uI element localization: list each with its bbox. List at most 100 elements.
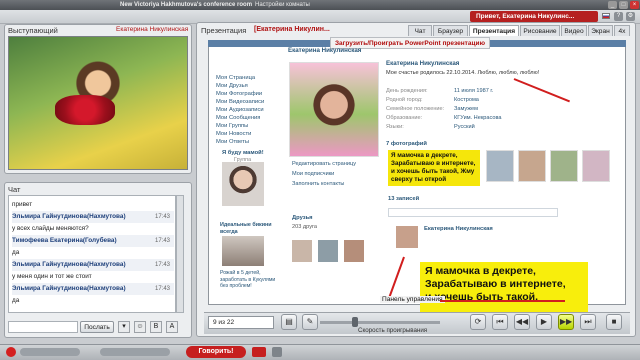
- slide-menu-item: Мои Группы: [216, 123, 249, 129]
- pen-icon[interactable]: ✎: [302, 314, 318, 330]
- slide-ad-image-2: [222, 236, 264, 266]
- slide-menu-item: Мои Аудиозаписи: [216, 107, 264, 113]
- speaker-icon[interactable]: [272, 347, 282, 357]
- last-slide-icon[interactable]: ⏭: [580, 314, 596, 330]
- page-indicator[interactable]: 9 из 22: [208, 316, 274, 329]
- slide-menu-item: Мои Ответы: [216, 139, 249, 145]
- slide-friends-count: 203 друга: [292, 224, 318, 230]
- presenter-name: Екатерина Никулинская: [116, 26, 189, 33]
- chat-scrollbar[interactable]: [176, 195, 184, 313]
- send-button[interactable]: Послать: [80, 321, 114, 333]
- presentation-presenter: [Екатерина Никулин...: [254, 26, 330, 33]
- slide-friends-title: Друзья: [292, 215, 313, 221]
- chat-input[interactable]: [8, 321, 78, 333]
- presentation-label: Презентация: [201, 26, 247, 35]
- tab-screen[interactable]: Экран: [588, 25, 613, 36]
- slide-ad-caption: Идеальные бикини всегда: [220, 222, 272, 235]
- stop-icon[interactable]: ■: [606, 314, 622, 330]
- slide-promo-bubble: Я мамочка в декрете, Зарабатываю в интер…: [388, 150, 480, 186]
- tab-4x[interactable]: 4x: [614, 25, 630, 36]
- bold-icon[interactable]: B: [150, 321, 162, 333]
- slide-profile-name: Екатерина Никулинская: [386, 60, 460, 67]
- status-bar: [0, 344, 640, 360]
- slide-photo: [550, 150, 578, 182]
- chat-author: Тимофеева Екатерина(Голубева) 17:43: [12, 235, 174, 247]
- slide-post-input: [388, 208, 558, 217]
- speed-slider-knob[interactable]: [352, 317, 358, 327]
- promo-line: и хочешь быть такой.: [425, 291, 539, 303]
- slide-profile-header: Екатерина Никулинская: [288, 47, 362, 54]
- friend-avatar: [292, 240, 312, 262]
- talk-button[interactable]: Говорить!: [186, 346, 246, 358]
- language-flag-icon[interactable]: [602, 13, 610, 19]
- slide-promo-text: Я мамочка в декрете, Зарабатываю в интер…: [420, 262, 588, 314]
- slide-photo: [486, 150, 514, 182]
- roses-image: [55, 95, 115, 125]
- tab-presentation[interactable]: Презентация: [469, 25, 519, 36]
- dropdown-icon[interactable]: ▾: [118, 321, 130, 333]
- friend-avatar: [344, 240, 364, 262]
- slide-contacts: Заполнить контакты: [292, 181, 345, 187]
- fast-forward-icon[interactable]: ▶▶: [558, 314, 574, 330]
- camera-icon[interactable]: [252, 347, 266, 357]
- chat-message-list[interactable]: привет Эльмира Гайнутдинова(Нахмутова) 17…: [8, 195, 176, 313]
- chat-message: у всех слайды меняются?: [12, 225, 89, 232]
- rewind-icon[interactable]: ◀◀: [514, 314, 530, 330]
- slide-suggest-title: Я буду мамой!: [222, 150, 264, 156]
- minimize-icon[interactable]: _: [608, 1, 617, 9]
- slide-photos-count: 7 фотографий: [386, 141, 427, 147]
- chat-author: Эльмира Гайнутдинова(Нахмутова) 17:43: [12, 211, 174, 223]
- chat-message: да: [12, 249, 20, 256]
- slide-status: Мое счастье родилось 22.10.2014. Люблю, …: [386, 70, 540, 76]
- window-titlebar: New Victoriya Hakhmutova's conference ro…: [0, 0, 640, 10]
- user-greeting[interactable]: Привет, Екатерина Никулинс...: [470, 11, 598, 22]
- slide-records: 13 записей: [388, 196, 420, 202]
- help-icon[interactable]: ?: [614, 12, 623, 21]
- slide-menu-item: Мои Сообщения: [216, 115, 261, 121]
- room-settings-menu[interactable]: Настройки комнаты: [255, 0, 310, 10]
- record-icon[interactable]: [6, 347, 16, 357]
- notes-icon[interactable]: ▤: [281, 314, 297, 330]
- friend-avatar: [318, 240, 338, 262]
- window-title: New Victoriya Hakhmutova's conference ro…: [120, 2, 253, 8]
- refresh-icon[interactable]: ⟳: [470, 314, 486, 330]
- chat-message: у меня один и тот же стоит: [12, 273, 92, 280]
- annotation-arrow: [440, 300, 565, 302]
- text-color-icon[interactable]: A: [166, 321, 178, 333]
- slide-menu-item: Мои Видеозаписи: [216, 99, 265, 105]
- smiley-icon[interactable]: ☺: [134, 321, 146, 333]
- tab-browser[interactable]: Браузер: [433, 25, 468, 36]
- slide-subscribers: Мои подписчики: [292, 171, 335, 177]
- close-icon[interactable]: ×: [630, 1, 639, 9]
- play-icon[interactable]: ▶: [536, 314, 552, 330]
- speed-label: Скорость проигрывания: [358, 327, 428, 334]
- maximize-icon[interactable]: □: [619, 1, 628, 9]
- slide-profile-avatar: [289, 62, 379, 157]
- tab-chat[interactable]: Чат: [408, 25, 432, 36]
- slide-menu-item: Моя Страница: [216, 75, 256, 81]
- control-panel-label: Панель управления: [380, 296, 445, 303]
- chat-label: Чат: [8, 185, 21, 194]
- speed-slider[interactable]: [320, 321, 440, 324]
- slide-edit-page: Редактировать страницу: [292, 161, 356, 167]
- chat-message: да: [12, 297, 20, 304]
- slide-photo: [518, 150, 546, 182]
- slide-ad-image: [222, 162, 264, 206]
- first-slide-icon[interactable]: ⏮: [492, 314, 508, 330]
- slide-ad-caption-2: Рожай в 5 детей, заработать в Кукулями б…: [220, 270, 276, 289]
- presenter-label: Выступающий: [8, 26, 58, 35]
- promo-line: Зарабатываю в интернете,: [425, 278, 566, 290]
- mic-slider[interactable]: [100, 348, 170, 356]
- volume-slider[interactable]: [20, 348, 80, 356]
- slide-menu-item: Мои Новости: [216, 131, 252, 137]
- promo-line: Я мамочка в декрете,: [425, 265, 536, 277]
- settings-icon[interactable]: ⚙: [626, 12, 635, 21]
- slide-post-author: Екатерина Никулинская: [424, 226, 493, 232]
- slide-photo: [582, 150, 610, 182]
- slide-menu-item: Мои Фотографии: [216, 91, 263, 97]
- tab-video[interactable]: Видео: [561, 25, 587, 36]
- tab-drawing[interactable]: Рисование: [520, 25, 560, 36]
- chat-author: Эльмира Гайнутдинова(Нахмутова) 17:43: [12, 283, 174, 295]
- chat-message: привет: [12, 201, 33, 208]
- slide-menu-item: Мои Друзья: [216, 83, 248, 89]
